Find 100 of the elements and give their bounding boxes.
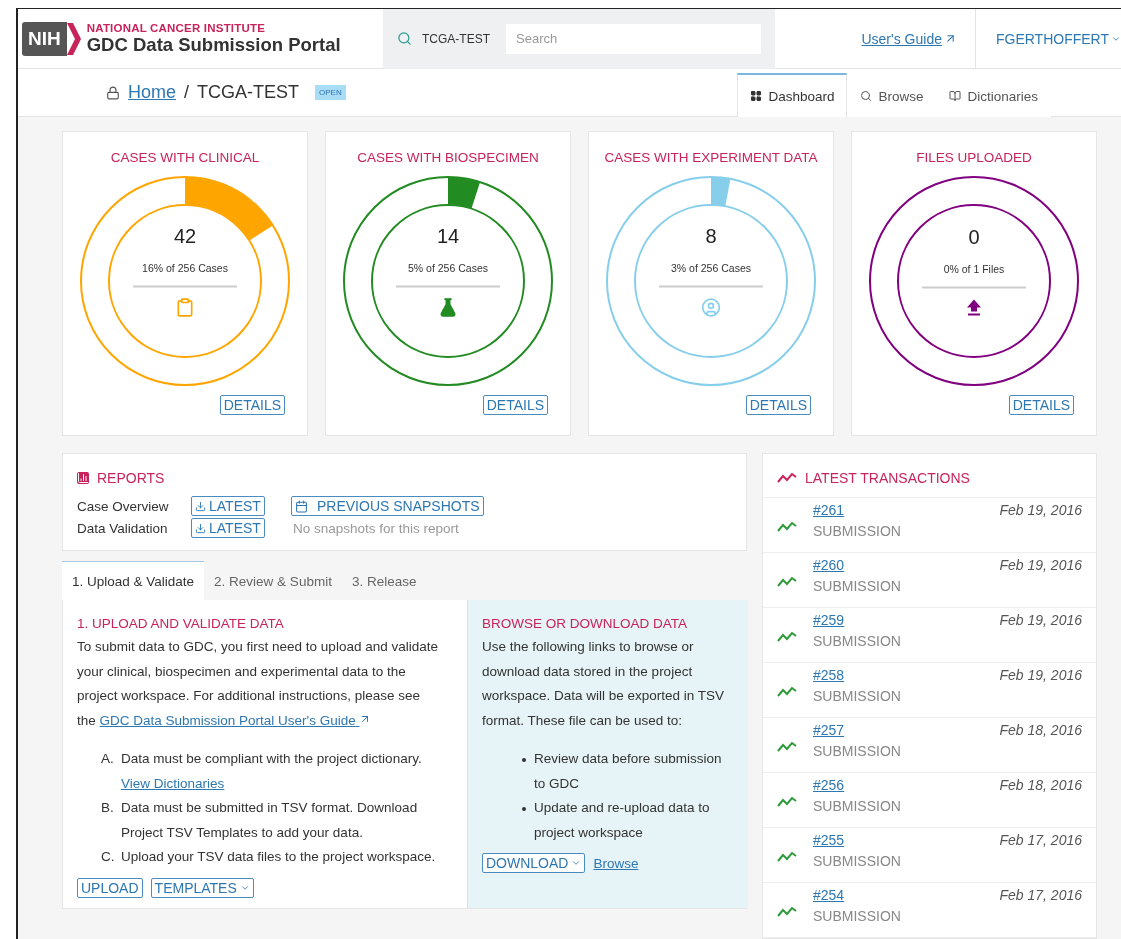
download-icon: [195, 522, 206, 534]
download-button[interactable]: DOWNLOAD: [482, 853, 586, 873]
no-snapshots-note: No snapshots for this report: [292, 520, 459, 536]
details-button[interactable]: DETAILS: [482, 395, 548, 415]
breadcrumb-project: TCGA-TEST: [197, 82, 300, 103]
trend-icon: [777, 472, 797, 484]
upload-icon: [966, 298, 982, 317]
report-label: Case Overview: [77, 498, 170, 514]
details-button[interactable]: DETAILS: [219, 395, 285, 415]
transaction-date: Feb 17, 2016: [999, 887, 1082, 905]
card-title: CASES WITH EXPERIMENT DATA: [604, 150, 818, 165]
transaction-date: Feb 19, 2016: [999, 502, 1082, 520]
case-count: 42: [173, 224, 197, 248]
bullet-text: Review data before submission to GDC: [534, 750, 723, 793]
user-circle-icon: [701, 297, 721, 318]
previous-snapshots-button[interactable]: PREVIOUS SNAPSHOTS: [291, 496, 484, 516]
nih-logo: NIH: [22, 21, 67, 56]
panel-title: REPORTS: [97, 470, 165, 486]
home-link[interactable]: Home: [128, 82, 176, 103]
transaction-type: SUBMISSION: [813, 578, 902, 594]
step-tab[interactable]: 1. Upload & Validate: [62, 561, 205, 600]
transaction-date: Feb 18, 2016: [999, 722, 1082, 740]
download-icon: [195, 500, 206, 512]
upload-button[interactable]: UPLOAD: [77, 877, 143, 898]
clipboard-icon: [175, 297, 195, 318]
transaction-type: SUBMISSION: [813, 798, 902, 814]
transaction-link[interactable]: #258: [813, 667, 845, 683]
step-marker: C.: [101, 848, 116, 866]
panel-title: LATEST TRANSACTIONS: [805, 470, 970, 486]
logo-chevron-icon: [66, 22, 81, 55]
transaction-link[interactable]: #261: [813, 502, 845, 518]
latest-button[interactable]: LATEST: [191, 496, 265, 516]
trend-icon: [777, 851, 797, 863]
step-text: Upload your TSV data files to the project workspace.: [121, 848, 436, 866]
details-button[interactable]: DETAILS: [1008, 395, 1074, 415]
transaction-type: SUBMISSION: [813, 523, 902, 539]
case-count: 8: [705, 224, 717, 248]
user-menu[interactable]: FGERTHOFFERT: [974, 9, 1121, 69]
trend-icon: [777, 631, 797, 643]
transaction-date: Feb 19, 2016: [999, 557, 1082, 575]
percent-caption: 3% of 256 Cases: [671, 261, 751, 274]
transaction-date: Feb 19, 2016: [999, 667, 1082, 685]
bullet-dot: [522, 807, 526, 811]
institute-name: NATIONAL CANCER INSTITUTE: [86, 21, 267, 34]
report-label: Data Validation: [77, 520, 169, 536]
transaction-type: SUBMISSION: [813, 853, 902, 869]
step-text: Data must be compliant with the project dictionary. View Dictionaries: [121, 750, 423, 793]
transaction-link[interactable]: #254: [813, 887, 845, 903]
transaction-date: Feb 19, 2016: [999, 612, 1082, 630]
project-label: TCGA-TEST: [422, 31, 490, 46]
transaction-link[interactable]: #256: [813, 777, 845, 793]
browse-instructions: Use the following links to browse or download data stored in the project workspace. Data will be exported in TSV format. These file can be used to:: [482, 638, 726, 730]
caret-icon: [571, 858, 582, 868]
transaction-link[interactable]: #260: [813, 557, 845, 573]
trend-icon: [777, 741, 797, 753]
transaction-link[interactable]: #257: [813, 722, 845, 738]
report-icon: [77, 472, 89, 484]
dropdown-button[interactable]: TEMPLATES: [150, 877, 254, 898]
trend-icon: [777, 686, 797, 698]
case-count: 14: [436, 224, 460, 248]
transaction-date: Feb 17, 2016: [999, 832, 1082, 850]
trend-icon: [777, 796, 797, 808]
search-field[interactable]: Search: [506, 23, 761, 54]
transaction-type: SUBMISSION: [813, 688, 902, 704]
section-title: BROWSE OR DOWNLOAD DATA: [482, 616, 688, 631]
percent-caption: 0% of 1 Files: [943, 262, 1005, 275]
transaction-type: SUBMISSION: [813, 633, 902, 649]
browse-link[interactable]: Browse: [593, 855, 639, 871]
breadcrumb-separator: /: [184, 82, 190, 103]
trend-icon: [777, 576, 797, 588]
transaction-date: Feb 18, 2016: [999, 777, 1082, 795]
trend-icon: [777, 906, 797, 918]
step-marker: B.: [101, 799, 115, 817]
details-button[interactable]: DETAILS: [745, 395, 811, 415]
users-guide-link[interactable]: GDC Data Submission Portal User's Guide: [99, 712, 372, 728]
percent-caption: 16% of 256 Cases: [142, 261, 228, 274]
step-tab[interactable]: 3. Release: [341, 561, 427, 600]
bullet-text: Update and re-upload data to project workspace: [534, 799, 711, 842]
nav-tab[interactable]: Dashboard: [737, 73, 848, 117]
card-title: CASES WITH BIOSPECIMEN: [357, 150, 539, 165]
book-icon: [949, 90, 962, 102]
transaction-type: SUBMISSION: [813, 743, 902, 759]
step-tab[interactable]: 2. Review & Submit: [204, 561, 342, 600]
transaction-type: SUBMISSION: [813, 908, 902, 924]
step-marker: A.: [101, 750, 115, 768]
percent-caption: 5% of 256 Cases: [408, 261, 488, 274]
bullet-dot: [522, 758, 526, 762]
trend-icon: [777, 521, 797, 533]
view-dictionaries-link[interactable]: View Dictionaries: [121, 775, 225, 791]
flask-icon: [438, 297, 458, 318]
users-guide-link[interactable]: User's Guide: [861, 30, 975, 47]
latest-button[interactable]: LATEST: [191, 518, 265, 538]
card-title: FILES UPLOADED: [916, 150, 1032, 165]
case-count: 0: [968, 225, 980, 249]
portal-title: GDC Data Submission Portal: [86, 33, 341, 56]
search-icon: [397, 31, 412, 46]
transaction-link[interactable]: #259: [813, 612, 845, 628]
transaction-link[interactable]: #255: [813, 832, 845, 848]
search-icon: [860, 90, 873, 102]
card-title: CASES WITH CLINICAL: [110, 150, 260, 165]
